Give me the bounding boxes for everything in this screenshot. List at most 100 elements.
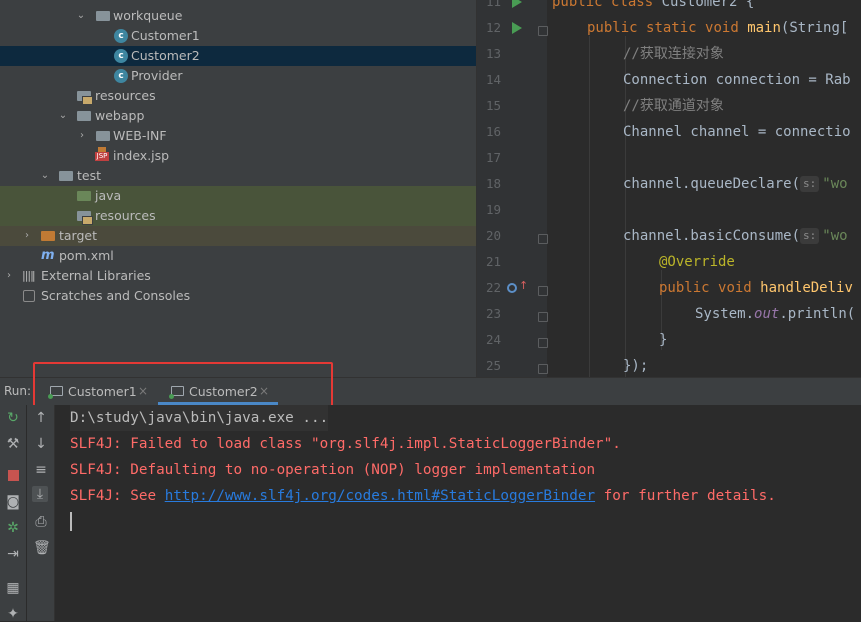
rerun-icon[interactable]: ↻ (5, 410, 21, 426)
code-line-24: } (659, 332, 668, 348)
tree-item-test[interactable]: ⌄ test (0, 166, 476, 186)
tab-label: Customer1 (68, 384, 137, 399)
line-number: 12 (485, 20, 501, 35)
run-gutter-icon[interactable] (512, 22, 522, 34)
tree-item-test-resources[interactable]: resources (0, 206, 476, 226)
code-line-22: public void handleDeliv (659, 275, 853, 301)
tree-item-webapp[interactable]: ⌄ webapp (0, 106, 476, 126)
camera-icon[interactable]: ◙ (5, 494, 21, 510)
line-number: 17 (485, 150, 501, 165)
pin-icon[interactable]: ✦ (5, 606, 21, 622)
tree-item-target[interactable]: › target (0, 226, 476, 246)
folder-icon (59, 171, 73, 181)
tree-item-web-inf[interactable]: › WEB-INF (0, 126, 476, 146)
code-text: System. (695, 306, 755, 322)
tree-item-label: External Libraries (41, 268, 151, 283)
trash-icon[interactable]: 🗑 (33, 540, 51, 556)
code-annotation: @Override (659, 254, 735, 270)
fold-marker-icon[interactable] (538, 338, 548, 348)
soft-wrap-icon[interactable]: ≡ (33, 462, 49, 478)
run-tool-window-header: Run: Customer1 × Customer2 × (0, 377, 861, 406)
tree-item-label: Provider (131, 68, 183, 83)
code-line-11: public class Customer2 { (552, 0, 754, 15)
console-error-line: SLF4J: Failed to load class "org.slf4j.i… (70, 436, 621, 452)
tree-item-label: webapp (95, 108, 145, 123)
chevron-down-icon[interactable]: ⌄ (76, 9, 86, 23)
tree-item-pom-xml[interactable]: m pom.xml (0, 246, 476, 266)
tab-customer1[interactable]: Customer1 × (46, 378, 154, 405)
chevron-right-icon[interactable]: › (77, 129, 87, 143)
tree-item-workqueue[interactable]: ⌄ workqueue (0, 6, 476, 26)
code-text: Customer2 { (661, 0, 755, 10)
chevron-down-icon[interactable]: ⌄ (40, 169, 50, 183)
chevron-right-icon[interactable]: › (4, 269, 14, 283)
tree-item-customer2[interactable]: c Customer2 (0, 46, 476, 66)
close-icon[interactable]: × (138, 384, 148, 398)
code-comment: //获取通道对象 (623, 98, 724, 114)
wrench-icon[interactable]: ⚒ (5, 436, 21, 452)
editor-gutter: 11 12 13 14 15 16 17 18 19 20 21 22 23 2… (477, 0, 548, 377)
console-text: SLF4J: See (70, 488, 165, 504)
tab-label: Customer2 (189, 384, 258, 399)
scratches-icon (23, 290, 35, 302)
arrow-down-icon[interactable]: ↓ (33, 436, 49, 452)
tree-item-index-jsp[interactable]: JSP index.jsp (0, 146, 476, 166)
class-icon: c (114, 49, 128, 63)
resources-folder-icon (77, 91, 93, 105)
code-keyword: public (587, 20, 638, 36)
fold-marker-icon[interactable] (538, 312, 548, 322)
folder-icon (77, 111, 91, 121)
tree-item-label: workqueue (113, 8, 183, 23)
tree-item-label: java (95, 188, 122, 203)
tree-item-resources[interactable]: resources (0, 86, 476, 106)
tree-item-label: Scratches and Consoles (41, 288, 191, 303)
code-text: (String[ (780, 20, 849, 36)
fold-marker-icon[interactable] (538, 234, 548, 244)
console-error-line: SLF4J: See http://www.slf4j.org/codes.ht… (70, 483, 776, 509)
code-function: main (747, 20, 781, 36)
stop-icon[interactable] (5, 468, 21, 484)
class-icon: c (114, 29, 128, 43)
code-keyword: public (659, 280, 710, 296)
tree-item-external-libraries[interactable]: › |||‖ External Libraries (0, 266, 476, 286)
tree-item-customer1[interactable]: c Customer1 (0, 26, 476, 46)
test-resources-folder-icon (77, 211, 93, 225)
tree-item-label: index.jsp (113, 148, 170, 163)
console-command-line: D:\study\java\bin\java.exe ... (70, 405, 329, 431)
line-number: 22 (485, 280, 501, 295)
run-toolbar-secondary: ↑ ↓ ≡ ⤓ ⎙ 🗑 (27, 405, 55, 621)
console-link[interactable]: http://www.slf4j.org/codes.html#StaticLo… (165, 488, 595, 504)
arrow-up-icon[interactable]: ↑ (33, 410, 49, 426)
run-gutter-icon[interactable] (512, 0, 522, 8)
chevron-right-icon[interactable]: › (22, 229, 32, 243)
fold-marker-icon[interactable] (538, 286, 548, 296)
tree-item-test-java[interactable]: java (0, 186, 476, 206)
line-number: 18 (485, 176, 501, 191)
close-icon[interactable]: × (259, 384, 269, 398)
code-line-12: public static void main(String[ (587, 15, 848, 41)
tree-item-provider[interactable]: c Provider (0, 66, 476, 86)
print-icon[interactable]: ⎙ (33, 514, 49, 530)
indent-guide (589, 36, 590, 377)
layout-icon[interactable]: ▦ (5, 580, 21, 596)
code-keyword: void (718, 280, 752, 296)
exit-icon[interactable]: ⇥ (5, 546, 21, 562)
code-string: "wo (822, 176, 848, 192)
package-icon (96, 11, 110, 21)
console-output[interactable]: D:\study\java\bin\java.exe ... SLF4J: Fa… (55, 405, 861, 621)
chevron-down-icon[interactable]: ⌄ (58, 109, 68, 123)
fold-marker-icon[interactable] (538, 26, 548, 36)
fold-marker-icon[interactable] (538, 364, 548, 374)
tab-customer2[interactable]: Customer2 × (158, 378, 278, 405)
excluded-folder-icon (41, 231, 55, 241)
settings-icon[interactable]: ✲ (5, 520, 21, 536)
line-number: 13 (485, 46, 501, 61)
code-editor[interactable]: 11 12 13 14 15 16 17 18 19 20 21 22 23 2… (476, 0, 861, 377)
scroll-to-end-icon[interactable]: ⤓ (32, 486, 48, 502)
code-static-field: out (754, 306, 780, 322)
tree-item-scratches[interactable]: Scratches and Consoles (0, 286, 476, 306)
tree-item-label: resources (95, 88, 156, 103)
code-keyword: public (552, 0, 603, 10)
tree-item-label: pom.xml (59, 248, 114, 263)
override-gutter-icon[interactable] (507, 283, 517, 293)
